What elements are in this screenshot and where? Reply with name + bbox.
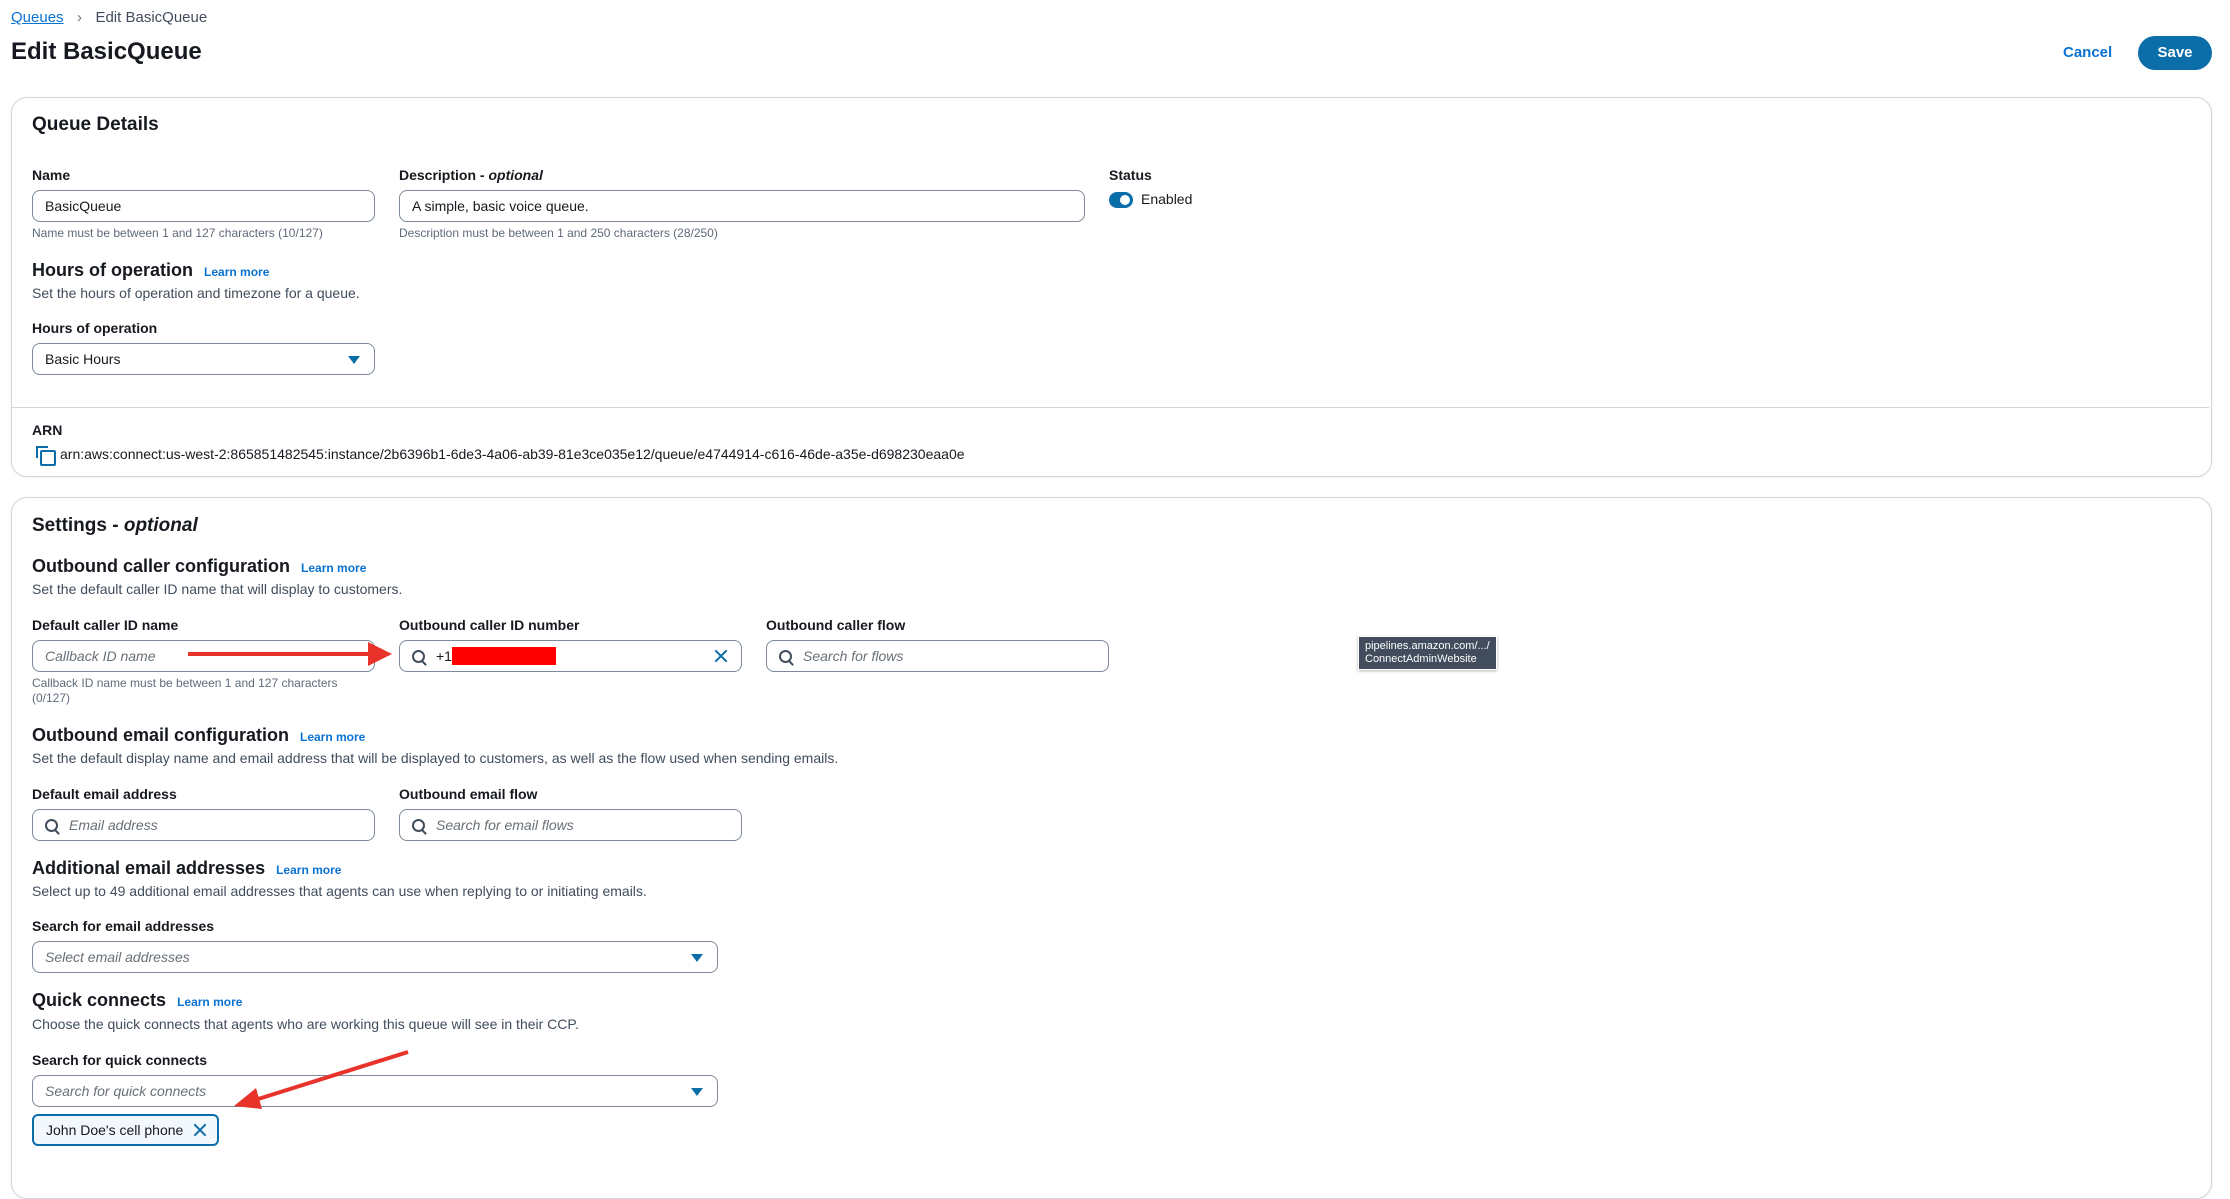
- annotation-arrow-2-head: [234, 1088, 262, 1109]
- annotation-arrow-1-head: [368, 642, 392, 666]
- annotation-arrows: [188, 642, 409, 1109]
- annotation-arrow-2-line: [254, 1050, 409, 1102]
